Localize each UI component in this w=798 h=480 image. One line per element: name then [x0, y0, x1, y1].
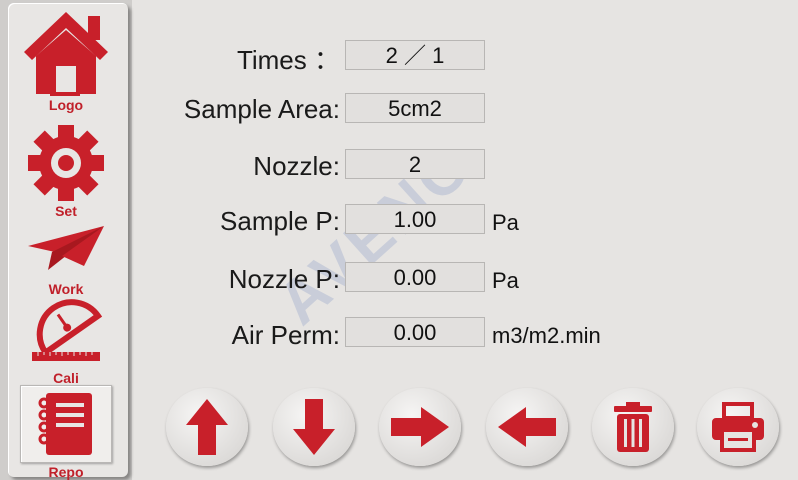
- nav-logo[interactable]: Logo: [14, 6, 118, 112]
- air-perm-unit: m3/m2.min: [492, 323, 601, 348]
- times-label: Times ：: [236, 45, 340, 75]
- up-button[interactable]: [166, 388, 248, 466]
- protractor-ruler-icon: [32, 299, 103, 361]
- nozzle-p-label: Nozzle P:: [228, 264, 340, 294]
- down-button[interactable]: [273, 388, 355, 466]
- sample-area-field[interactable]: 5cm2: [345, 93, 485, 123]
- air-perm-label: Air Perm:: [231, 320, 340, 350]
- notebook-icon: [38, 393, 92, 455]
- print-button[interactable]: [697, 388, 779, 466]
- nav-cali[interactable]: Cali: [14, 298, 118, 385]
- nozzle-field[interactable]: 2: [345, 149, 485, 179]
- nav-repo[interactable]: Repo: [14, 385, 118, 479]
- home-icon: [24, 12, 108, 96]
- arrow-left-icon: [498, 407, 556, 447]
- nav-work-label: Work: [48, 281, 84, 297]
- right-button[interactable]: [379, 388, 461, 466]
- paper-plane-icon: [28, 226, 104, 270]
- nav-work[interactable]: Work: [14, 224, 118, 296]
- times-field[interactable]: 2 ／ 1: [345, 40, 485, 70]
- nav-logo-label: Logo: [48, 97, 84, 113]
- nav-set-label: Set: [55, 203, 77, 219]
- nav-cali-label: Cali: [53, 370, 79, 386]
- delete-button[interactable]: [592, 388, 674, 466]
- arrow-up-icon: [186, 399, 228, 455]
- nav-repo-label: Repo: [48, 464, 84, 480]
- sample-area-label: Sample Area:: [183, 94, 340, 124]
- nozzle-label: Nozzle:: [253, 151, 340, 181]
- nav-set[interactable]: Set: [14, 124, 118, 218]
- printer-icon: [712, 402, 764, 452]
- nozzle-p-field: 0.00: [345, 262, 485, 292]
- sidebar: Logo Set Work Cali Repo: [0, 0, 132, 480]
- sample-p-unit: Pa: [492, 210, 519, 235]
- trash-icon: [614, 402, 652, 452]
- left-button[interactable]: [486, 388, 568, 466]
- gear-icon: [28, 125, 104, 201]
- arrow-down-icon: [293, 399, 335, 455]
- nozzle-p-unit: Pa: [492, 268, 519, 293]
- arrow-right-icon: [391, 407, 449, 447]
- air-perm-field: 0.00: [345, 317, 485, 347]
- sample-p-label: Sample P:: [220, 206, 340, 236]
- sample-p-field: 1.00: [345, 204, 485, 234]
- repo-button-frame: [20, 385, 112, 463]
